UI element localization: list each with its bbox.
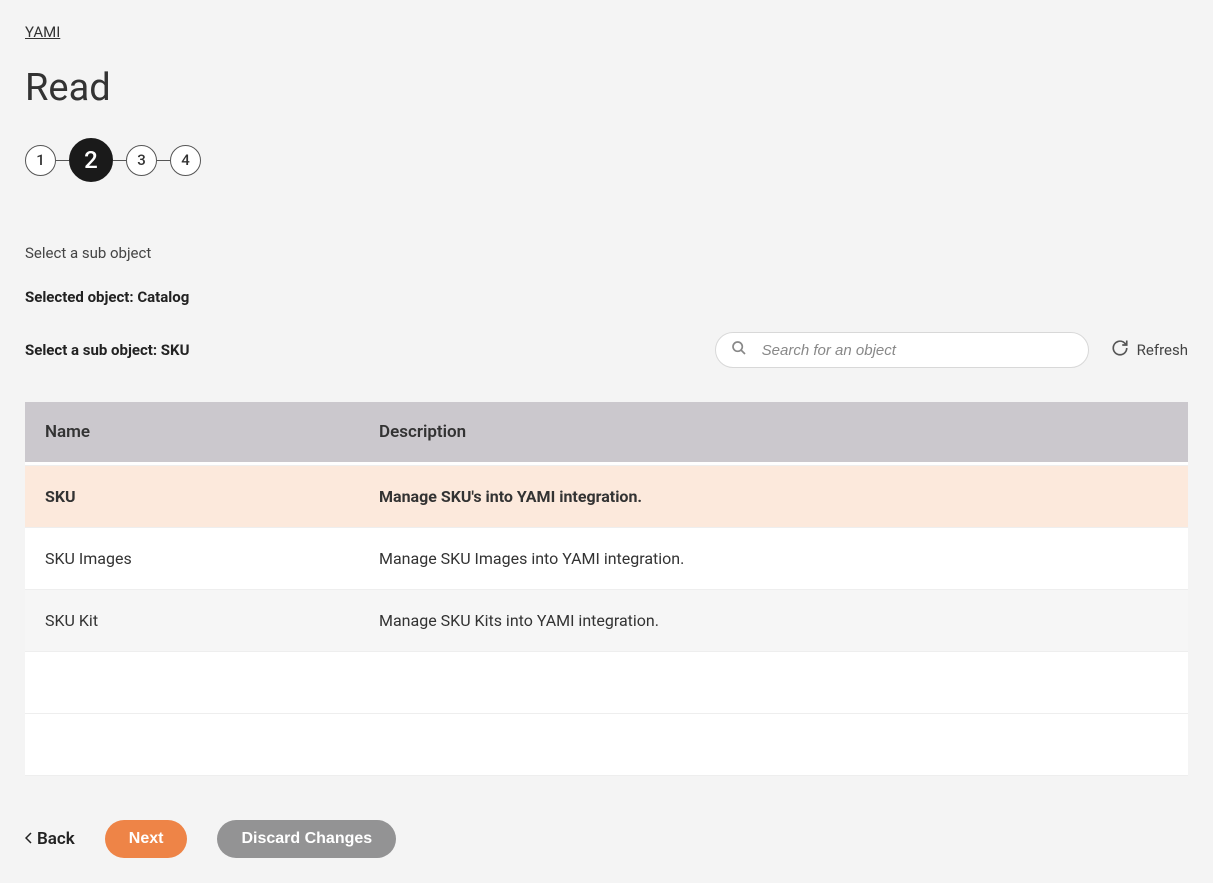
step-3[interactable]: 3 — [126, 145, 157, 176]
table-header-name: Name — [25, 402, 359, 462]
sub-object-label: Select a sub object: SKU — [25, 341, 189, 359]
search-icon — [731, 340, 747, 360]
discard-button[interactable]: Discard Changes — [217, 820, 396, 858]
next-button[interactable]: Next — [105, 820, 188, 858]
table-row[interactable]: SKUManage SKU's into YAMI integration. — [25, 466, 1188, 528]
cell-description: Manage SKU Kits into YAMI integration. — [359, 590, 1188, 652]
step-connector — [157, 160, 170, 161]
search-input[interactable] — [715, 332, 1089, 368]
table-header-description: Description — [359, 402, 1188, 462]
cell-name: SKU Kit — [25, 590, 359, 652]
cell-description: Manage SKU Images into YAMI integration. — [359, 528, 1188, 590]
refresh-icon — [1111, 339, 1129, 361]
table-row[interactable]: SKU KitManage SKU Kits into YAMI integra… — [25, 590, 1188, 652]
back-label: Back — [37, 829, 75, 849]
chevron-left-icon — [25, 829, 33, 849]
stepper: 1234 — [25, 138, 1188, 182]
cell-description: Manage SKU's into YAMI integration. — [359, 466, 1188, 528]
selected-object-label: Selected object: Catalog — [25, 288, 1188, 306]
step-connector — [113, 160, 126, 161]
instruction-text: Select a sub object — [25, 244, 1188, 262]
refresh-label: Refresh — [1137, 341, 1188, 359]
step-connector — [56, 160, 69, 161]
cell-name: SKU Images — [25, 528, 359, 590]
back-button[interactable]: Back — [25, 829, 75, 849]
step-4[interactable]: 4 — [170, 145, 201, 176]
cell-name: SKU — [25, 466, 359, 528]
breadcrumb[interactable]: YAMI — [25, 23, 60, 41]
step-1[interactable]: 1 — [25, 145, 56, 176]
table-scroll[interactable]: Name Description ProductManage products … — [25, 402, 1188, 776]
step-2[interactable]: 2 — [69, 138, 113, 182]
objects-table: Name Description ProductManage products … — [25, 402, 1188, 776]
search-wrapper — [715, 332, 1089, 368]
refresh-button[interactable]: Refresh — [1111, 339, 1188, 361]
page-title: Read — [25, 66, 1188, 110]
table-row[interactable]: SKU ImagesManage SKU Images into YAMI in… — [25, 528, 1188, 590]
